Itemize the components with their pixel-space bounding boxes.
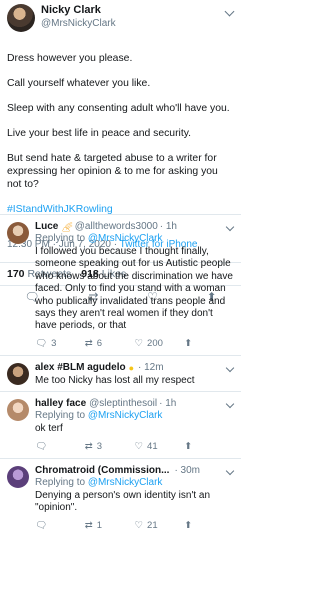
reply-display-name[interactable]: alex #BLM agudelo	[35, 362, 126, 374]
reply-header: alex #BLM agudelo ● · 12m	[35, 362, 234, 374]
like-action[interactable]: ♡ 21	[135, 520, 185, 531]
retweet-icon: ⇄	[84, 338, 93, 350]
heart-icon: ♡	[134, 519, 144, 531]
reply-icon: 🗨︎	[35, 441, 48, 453]
author-names: Nicky Clark @MrsNickyClark	[41, 4, 116, 30]
replying-to: Replying to @MrsNickyClark	[35, 477, 234, 489]
replying-to: Replying to @MrsNickyClark	[35, 233, 234, 245]
reply-icon: 🗨︎	[35, 519, 48, 531]
reply-header: Chromatroid (Commission... · 30m	[35, 465, 234, 477]
reply-actions: 🗨︎ 3 ⇄ 6 ♡ 200 ⬆︎	[35, 337, 234, 351]
avatar[interactable]	[7, 399, 29, 422]
avatar[interactable]	[7, 362, 29, 385]
replying-to-prefix: Replying to	[35, 476, 88, 488]
replying-to-prefix: Replying to	[35, 233, 88, 244]
reply-handle[interactable]: @allthewords3000	[75, 221, 158, 233]
reply-body: Chromatroid (Commission... · 30m Replyin…	[35, 465, 234, 533]
tweet-line: Live your best life in peace and securit…	[7, 128, 192, 140]
like-count: 200	[147, 338, 163, 350]
reply-display-name[interactable]: Luce	[35, 221, 58, 233]
retweet-icon: ⇄	[84, 441, 93, 453]
tweet-line: But send hate & targeted abuse to a writ…	[7, 153, 218, 190]
like-count: 21	[147, 519, 158, 531]
reply-body: alex #BLM agudelo ● · 12m Me too Nicky h…	[35, 362, 234, 387]
reply-item[interactable]: Chromatroid (Commission... · 30m Replyin…	[0, 459, 241, 537]
share-action[interactable]: ⬆︎	[184, 520, 234, 531]
retweet-action[interactable]: ⇄ 3	[85, 441, 135, 452]
reply-time[interactable]: · 12m	[138, 362, 164, 374]
avatar[interactable]	[7, 465, 29, 488]
reply-handle[interactable]: @sleptinthesoil	[89, 398, 157, 410]
share-action[interactable]: ⬆︎	[184, 441, 234, 452]
share-icon: ⬆︎	[184, 441, 193, 453]
emoji-icon: ●	[128, 362, 135, 373]
like-action[interactable]: ♡ 200	[135, 338, 185, 349]
reply-action[interactable]: 🗨︎	[35, 441, 85, 452]
reply-count: 3	[51, 338, 57, 350]
tweet-line: Sleep with any consenting adult who'll h…	[7, 102, 230, 114]
display-name[interactable]: Nicky Clark	[41, 4, 116, 17]
reply-body: Luce 🌈︎ @allthewords3000 · 1h Replying t…	[35, 221, 234, 351]
reply-icon: 🗨︎	[35, 338, 48, 350]
replying-to-link[interactable]: @MrsNickyClark	[88, 410, 163, 421]
main-tweet: Nicky Clark @MrsNickyClark Dress however…	[0, 0, 241, 304]
replying-to: Replying to @MrsNickyClark	[35, 410, 234, 422]
tweet-header: Nicky Clark @MrsNickyClark	[7, 4, 234, 34]
retweet-count: 3	[96, 441, 103, 453]
retweet-icon: ⇄	[84, 519, 93, 531]
reply-item[interactable]: Luce 🌈︎ @allthewords3000 · 1h Replying t…	[0, 215, 241, 356]
reply-body: halley face @sleptinthesoil · 1h Replyin…	[35, 398, 234, 453]
like-action[interactable]: ♡ 41	[135, 441, 185, 452]
share-icon: ⬆︎	[184, 519, 193, 531]
retweet-count: 1	[96, 519, 103, 531]
reply-text: Denying a person's own identity isn't an…	[35, 489, 211, 514]
reply-time[interactable]: · 1h	[159, 398, 176, 410]
like-count: 41	[147, 441, 158, 453]
user-handle[interactable]: @MrsNickyClark	[41, 17, 116, 30]
replying-to-prefix: Replying to	[35, 410, 88, 422]
reply-text: ok terf	[35, 423, 63, 435]
share-icon: ⬆︎	[184, 338, 193, 350]
reply-header: halley face @sleptinthesoil · 1h	[35, 398, 234, 410]
reply-time[interactable]: · 1h	[160, 221, 177, 233]
reply-display-name[interactable]: Chromatroid (Commission...	[35, 465, 169, 477]
reply-actions: 🗨︎ ⇄ 3 ♡ 41 ⬆︎	[35, 440, 234, 454]
replying-to-link[interactable]: @MrsNickyClark	[88, 477, 163, 488]
share-action[interactable]: ⬆︎	[184, 338, 234, 349]
heart-icon: ♡	[134, 338, 144, 350]
reply-action[interactable]: 🗨︎ 3	[35, 338, 85, 349]
reply-text: I followed you because I thought finally…	[35, 246, 233, 332]
avatar[interactable]	[7, 222, 29, 244]
replying-to-link[interactable]: @MrsNickyClark	[88, 233, 163, 244]
tweet-line: Dress however you please.	[7, 52, 133, 64]
reply-action[interactable]: 🗨︎	[35, 520, 85, 531]
reply-actions: 🗨︎ ⇄ 1 ♡ 21 ⬆︎	[35, 518, 234, 532]
tweet-line: Call yourself whatever you like.	[7, 77, 151, 89]
retweet-action[interactable]: ⇄ 1	[85, 520, 135, 531]
retweet-count: 6	[96, 338, 103, 350]
rainbow-emoji-icon: 🌈︎	[61, 222, 73, 232]
reply-header: Luce 🌈︎ @allthewords3000 · 1h	[35, 221, 234, 233]
reply-text: Me too Nicky has lost all my respect	[35, 374, 195, 386]
retweet-action[interactable]: ⇄ 6	[85, 338, 135, 349]
tweet-text: Dress however you please. Call yourself …	[7, 40, 234, 229]
heart-icon: ♡	[134, 441, 144, 453]
reply-display-name[interactable]: halley face	[35, 398, 86, 410]
avatar[interactable]	[7, 4, 35, 32]
reply-time[interactable]: · 30m	[174, 465, 200, 477]
reply-item[interactable]: halley face @sleptinthesoil · 1h Replyin…	[0, 392, 241, 459]
reply-item[interactable]: alex #BLM agudelo ● · 12m Me too Nicky h…	[0, 356, 241, 393]
